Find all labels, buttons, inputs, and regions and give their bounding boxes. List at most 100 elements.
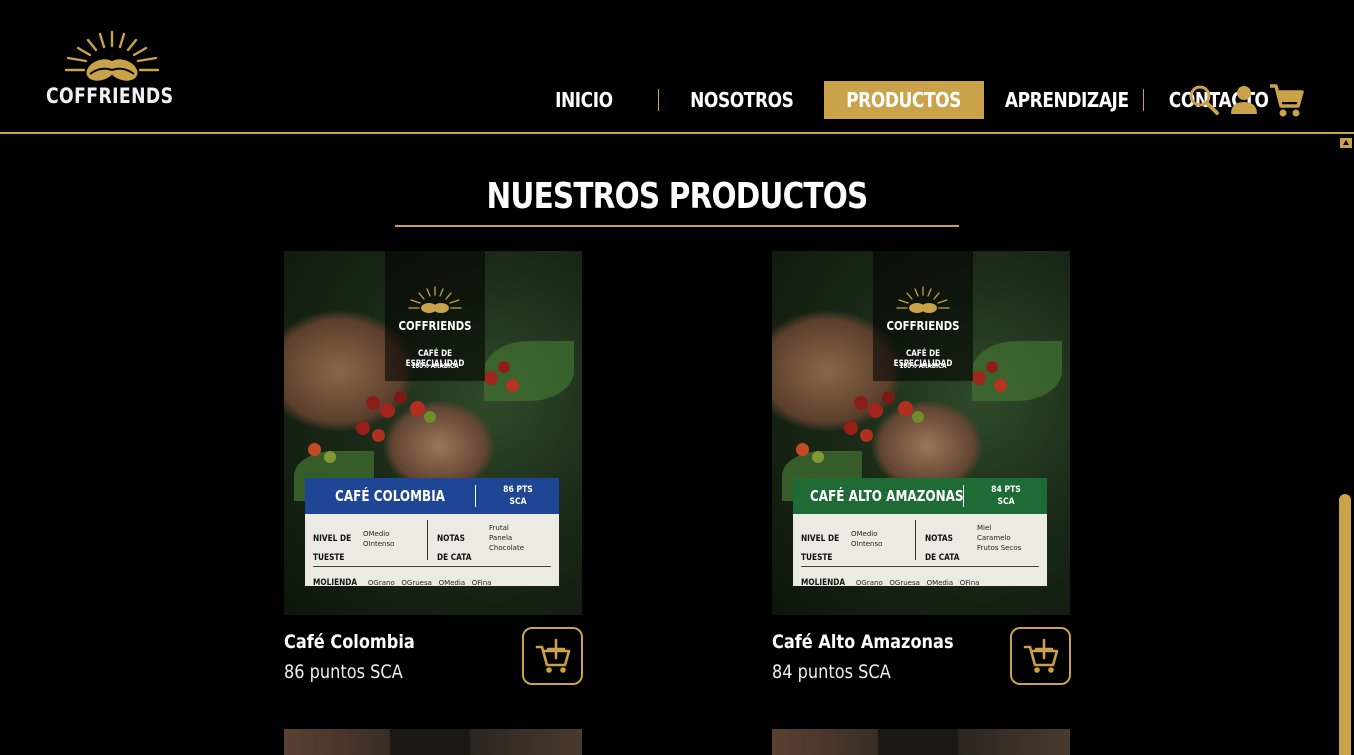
tag-note: Caramelo bbox=[977, 534, 1011, 542]
scroll-up-arrow[interactable] bbox=[1340, 138, 1352, 148]
tag-header: CAFÉ COLOMBIA 86 PTS SCA bbox=[305, 478, 559, 514]
sun-beans-icon bbox=[896, 286, 950, 313]
tag-grind: MOLIENDA OGrano OGruesa OMedia OFina bbox=[313, 570, 491, 589]
sun-beans-icon bbox=[64, 30, 160, 81]
coffee-berry bbox=[372, 429, 385, 442]
coffee-berry bbox=[898, 401, 913, 416]
product-image[interactable]: COFFRIENDS CAFÉ DE ESPECIALIDAD 100% ARÁ… bbox=[772, 251, 1070, 615]
package-brand: COFFRIENDS bbox=[886, 319, 960, 333]
tag-key-line: NOTAS bbox=[437, 534, 465, 544]
tag-grind-options: OGrano OGruesa OMedia OFina bbox=[367, 579, 492, 587]
user-icon[interactable] bbox=[1230, 83, 1258, 117]
tag-note: Frutos Secos bbox=[977, 544, 1022, 552]
tag-divider bbox=[963, 485, 964, 507]
add-to-cart-button[interactable] bbox=[1010, 627, 1071, 685]
tag-option: OMedio bbox=[363, 530, 390, 538]
main-nav: INICIO NOSOTROS PRODUCTOS APRENDIZAJE CO… bbox=[540, 81, 1287, 119]
tag-points-value: 84 PTS bbox=[991, 485, 1021, 495]
nav-nosotros[interactable]: NOSOTROS bbox=[681, 81, 801, 119]
tag-roast-options: OMedio OIntenso bbox=[851, 529, 882, 549]
tag-name: CAFÉ ALTO AMAZONAS bbox=[810, 487, 964, 505]
package-subtitle-2: 100% ARÁBICA bbox=[411, 362, 459, 370]
nav-divider bbox=[1143, 89, 1145, 111]
tag-notes: Miel Caramelo Frutos Secos bbox=[977, 523, 1021, 553]
tag-grind: MOLIENDA OGrano OGruesa OMedia OFina bbox=[801, 570, 979, 589]
leaf-shape bbox=[484, 341, 574, 401]
tag-grind-key: MOLIENDA bbox=[801, 578, 846, 588]
site-header: COFFRIENDS INICIO NOSOTROS PRODUCTOS APR… bbox=[0, 0, 1354, 134]
coffee-berry bbox=[356, 421, 370, 435]
coffee-berry bbox=[380, 403, 395, 418]
tag-points-unit: SCA bbox=[997, 497, 1015, 507]
scrollbar-thumb[interactable] bbox=[1339, 494, 1351, 755]
coffee-berry bbox=[366, 396, 380, 410]
product-tag: CAFÉ COLOMBIA 86 PTS SCA NIVEL DE TUESTE… bbox=[305, 478, 559, 589]
add-to-cart-icon bbox=[535, 638, 570, 673]
tag-note: Miel bbox=[977, 524, 992, 532]
tag-notes-key: NOTAS DE CATA bbox=[437, 526, 479, 564]
tag-key-line: NIVEL DE bbox=[313, 534, 352, 544]
product-image[interactable]: COFFRIENDS CAFÉ DE ESPECIALIDAD 100% ARÁ… bbox=[284, 251, 582, 615]
coffee-berry bbox=[498, 361, 510, 373]
nav-inicio[interactable]: INICIO bbox=[547, 81, 622, 119]
tag-divider bbox=[427, 520, 428, 560]
tag-points: 84 PTS SCA bbox=[976, 484, 1036, 508]
brand-logo[interactable]: COFFRIENDS bbox=[46, 26, 178, 112]
coffee-berry bbox=[812, 451, 824, 463]
tag-note: Panela bbox=[489, 534, 513, 542]
tag-option: OIntenso bbox=[851, 540, 883, 548]
tag-grind-options: OGrano OGruesa OMedia OFina bbox=[855, 579, 980, 587]
tag-option: OIntenso bbox=[363, 540, 395, 548]
coffee-berry bbox=[860, 429, 873, 442]
tag-notes: Frutal Panela Chocolate bbox=[489, 523, 524, 553]
tag-key-line: NOTAS bbox=[925, 534, 953, 544]
package-label: COFFRIENDS CAFÉ DE ESPECIALIDAD 100% ARÁ… bbox=[873, 251, 973, 381]
coffee-berry bbox=[882, 391, 895, 404]
package-label: COFFRIENDS CAFÉ DE ESPECIALIDAD 100% ARÁ… bbox=[385, 251, 485, 381]
tag-points-value: 86 PTS bbox=[503, 485, 533, 495]
section-title: NUESTROS PRODUCTOS bbox=[486, 176, 869, 217]
tag-key-line: TUESTE bbox=[313, 553, 345, 563]
tag-key-line: NIVEL DE bbox=[801, 534, 840, 544]
header-actions bbox=[1188, 82, 1304, 118]
coffee-berry bbox=[324, 451, 336, 463]
sun-beans-icon bbox=[408, 286, 462, 313]
tag-divider bbox=[915, 520, 916, 560]
search-icon[interactable] bbox=[1188, 83, 1220, 117]
coffee-berry bbox=[994, 379, 1007, 392]
coffee-berry bbox=[308, 443, 321, 456]
tag-roast-options: OMedio OIntenso bbox=[363, 529, 394, 549]
tag-option: OMedio bbox=[851, 530, 878, 538]
coffee-berry bbox=[868, 403, 883, 418]
nav-productos[interactable]: PRODUCTOS bbox=[824, 81, 984, 119]
product-points: 86 puntos SCA bbox=[284, 661, 403, 683]
product-image-peek[interactable] bbox=[772, 729, 1070, 755]
tag-points-unit: SCA bbox=[509, 497, 527, 507]
coffee-berry bbox=[854, 396, 868, 410]
product-image-peek[interactable] bbox=[284, 729, 582, 755]
tag-key-line: DE CATA bbox=[925, 553, 960, 563]
add-to-cart-button[interactable] bbox=[522, 627, 583, 685]
tag-grind-key: MOLIENDA bbox=[313, 578, 358, 588]
nav-aprendizaje[interactable]: APRENDIZAJE bbox=[996, 81, 1137, 119]
tag-note: Frutal bbox=[489, 524, 509, 532]
coffee-berry bbox=[844, 421, 858, 435]
add-to-cart-icon bbox=[1023, 638, 1058, 673]
cart-icon[interactable] bbox=[1268, 82, 1304, 118]
tag-divider bbox=[313, 566, 551, 567]
product-name[interactable]: Café Colombia bbox=[284, 631, 415, 653]
tag-header: CAFÉ ALTO AMAZONAS 84 PTS SCA bbox=[793, 478, 1047, 514]
package-brand: COFFRIENDS bbox=[398, 319, 472, 333]
coffee-berry bbox=[394, 391, 407, 404]
nav-productos-label: PRODUCTOS bbox=[846, 88, 962, 112]
tag-key-line: TUESTE bbox=[801, 553, 833, 563]
tag-divider bbox=[801, 566, 1039, 567]
coffee-berry bbox=[972, 371, 986, 385]
coffee-berry bbox=[506, 379, 519, 392]
tag-key-line: DE CATA bbox=[437, 553, 472, 563]
brand-name: COFFRIENDS bbox=[46, 84, 174, 108]
tag-note: Chocolate bbox=[489, 544, 525, 552]
product-points: 84 puntos SCA bbox=[772, 661, 891, 683]
nav-divider bbox=[657, 89, 659, 111]
product-name[interactable]: Café Alto Amazonas bbox=[772, 631, 954, 653]
